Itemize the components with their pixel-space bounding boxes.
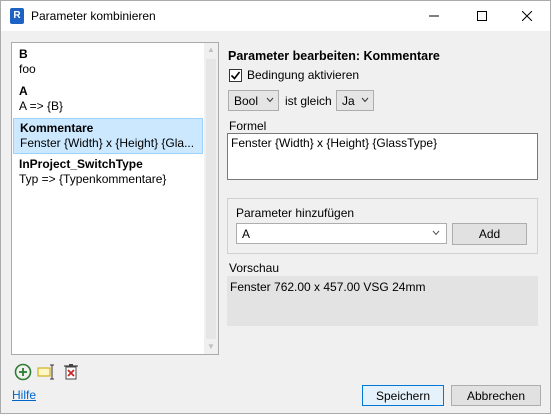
formula-input[interactable]: Fenster {Width} x {Height} {GlassType} bbox=[227, 133, 538, 180]
add-parameter-button[interactable]: Add bbox=[452, 223, 527, 245]
parameter-select-value: A bbox=[242, 226, 251, 241]
delete-button[interactable] bbox=[61, 362, 81, 382]
add-button[interactable] bbox=[13, 362, 33, 382]
condition-label: Bedingung aktivieren bbox=[247, 68, 360, 82]
list-toolbar bbox=[13, 362, 81, 382]
add-icon bbox=[14, 363, 32, 381]
save-button[interactable]: Speichern bbox=[362, 385, 444, 406]
chevron-down-icon bbox=[432, 230, 440, 236]
rename-button[interactable] bbox=[37, 362, 57, 382]
parameter-list[interactable]: B foo A A => {B} Kommentare Fenster {Wid… bbox=[11, 42, 219, 355]
title-bar: R Parameter kombinieren bbox=[1, 1, 550, 31]
add-parameter-group-label: Parameter hinzufügen bbox=[234, 206, 357, 220]
list-item-title: A bbox=[19, 84, 28, 98]
maximize-button[interactable] bbox=[459, 1, 505, 31]
rename-icon bbox=[37, 364, 54, 380]
list-item-title: Kommentare bbox=[20, 121, 94, 135]
condition-checkbox-row[interactable]: Bedingung aktivieren bbox=[229, 68, 359, 82]
scroll-up-icon[interactable]: ▲ bbox=[207, 46, 215, 54]
delete-icon bbox=[64, 364, 78, 380]
list-item-title: B bbox=[19, 47, 28, 61]
condition-left-value: Bool bbox=[234, 93, 259, 108]
window-title: Parameter kombinieren bbox=[31, 9, 156, 23]
list-item-subtitle: foo bbox=[19, 62, 36, 76]
formula-label: Formel bbox=[229, 119, 267, 133]
condition-checkbox[interactable] bbox=[229, 68, 242, 82]
condition-left-select[interactable]: Bool bbox=[228, 90, 279, 111]
close-icon bbox=[522, 11, 532, 21]
preview-label: Vorschau bbox=[229, 261, 280, 275]
list-item-subtitle: Typ => {Typenkommentare} bbox=[19, 172, 167, 186]
minimize-button[interactable] bbox=[411, 1, 457, 31]
chevron-down-icon bbox=[361, 97, 369, 103]
scroll-thumb[interactable] bbox=[206, 59, 216, 339]
condition-right-value: Ja bbox=[342, 93, 355, 108]
dialog-window: R Parameter kombinieren B foo A A => {B}… bbox=[0, 0, 551, 414]
condition-right-select[interactable]: Ja bbox=[336, 90, 374, 111]
app-icon: R bbox=[10, 8, 24, 24]
help-link[interactable]: Hilfe bbox=[12, 388, 36, 402]
list-item[interactable]: A A => {B} bbox=[13, 82, 203, 118]
close-button[interactable] bbox=[504, 1, 550, 31]
list-item[interactable]: InProject_SwitchType Typ => {Typenkommen… bbox=[13, 155, 203, 191]
list-item-subtitle: Fenster {Width} x {Height} {Gla... bbox=[20, 136, 195, 150]
chevron-down-icon bbox=[266, 97, 274, 103]
list-item-subtitle: A => {B} bbox=[19, 99, 64, 113]
preview-output: Fenster 762.00 x 457.00 VSG 24mm bbox=[227, 276, 538, 326]
equals-label: ist gleich bbox=[285, 94, 332, 108]
list-scrollbar[interactable]: ▲ ▼ bbox=[204, 43, 218, 354]
list-item-title: InProject_SwitchType bbox=[19, 157, 143, 171]
maximize-icon bbox=[477, 11, 487, 21]
scroll-down-icon[interactable]: ▼ bbox=[207, 343, 215, 351]
list-item-selected[interactable]: Kommentare Fenster {Width} x {Height} {G… bbox=[13, 118, 203, 154]
cancel-button[interactable]: Abbrechen bbox=[451, 385, 541, 406]
checkmark-icon bbox=[230, 71, 241, 80]
minimize-icon bbox=[429, 15, 439, 17]
parameter-select[interactable]: A bbox=[236, 223, 447, 244]
editor-title: Parameter bearbeiten: Kommentare bbox=[228, 49, 440, 63]
list-item[interactable]: B foo bbox=[13, 45, 203, 81]
